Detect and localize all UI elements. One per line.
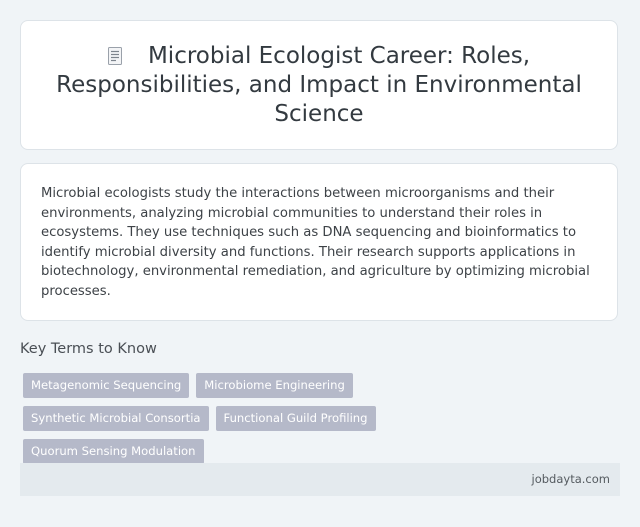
tag-synthetic-microbial-consortia[interactable]: Synthetic Microbial Consortia — [23, 406, 209, 431]
footer-site-link[interactable]: jobdayta.com — [532, 472, 610, 486]
key-terms-heading: Key Terms to Know — [20, 341, 157, 357]
document-icon — [107, 44, 122, 65]
summary-card: Microbial ecologists study the interacti… — [20, 163, 618, 321]
page-title: Microbial Ecologist Career: Roles, Respo… — [51, 42, 587, 129]
footer: jobdayta.com — [20, 463, 620, 496]
page-title-text: Microbial Ecologist Career: Roles, Respo… — [56, 42, 582, 127]
tag-microbiome-engineering[interactable]: Microbiome Engineering — [196, 373, 353, 398]
key-terms-tags: Metagenomic Sequencing Microbiome Engine… — [23, 373, 523, 464]
tag-quorum-sensing-modulation[interactable]: Quorum Sensing Modulation — [23, 439, 204, 464]
title-card: Microbial Ecologist Career: Roles, Respo… — [20, 20, 618, 150]
tag-functional-guild-profiling[interactable]: Functional Guild Profiling — [215, 406, 376, 431]
tag-metagenomic-sequencing[interactable]: Metagenomic Sequencing — [23, 373, 190, 398]
summary-text: Microbial ecologists study the interacti… — [41, 186, 590, 299]
